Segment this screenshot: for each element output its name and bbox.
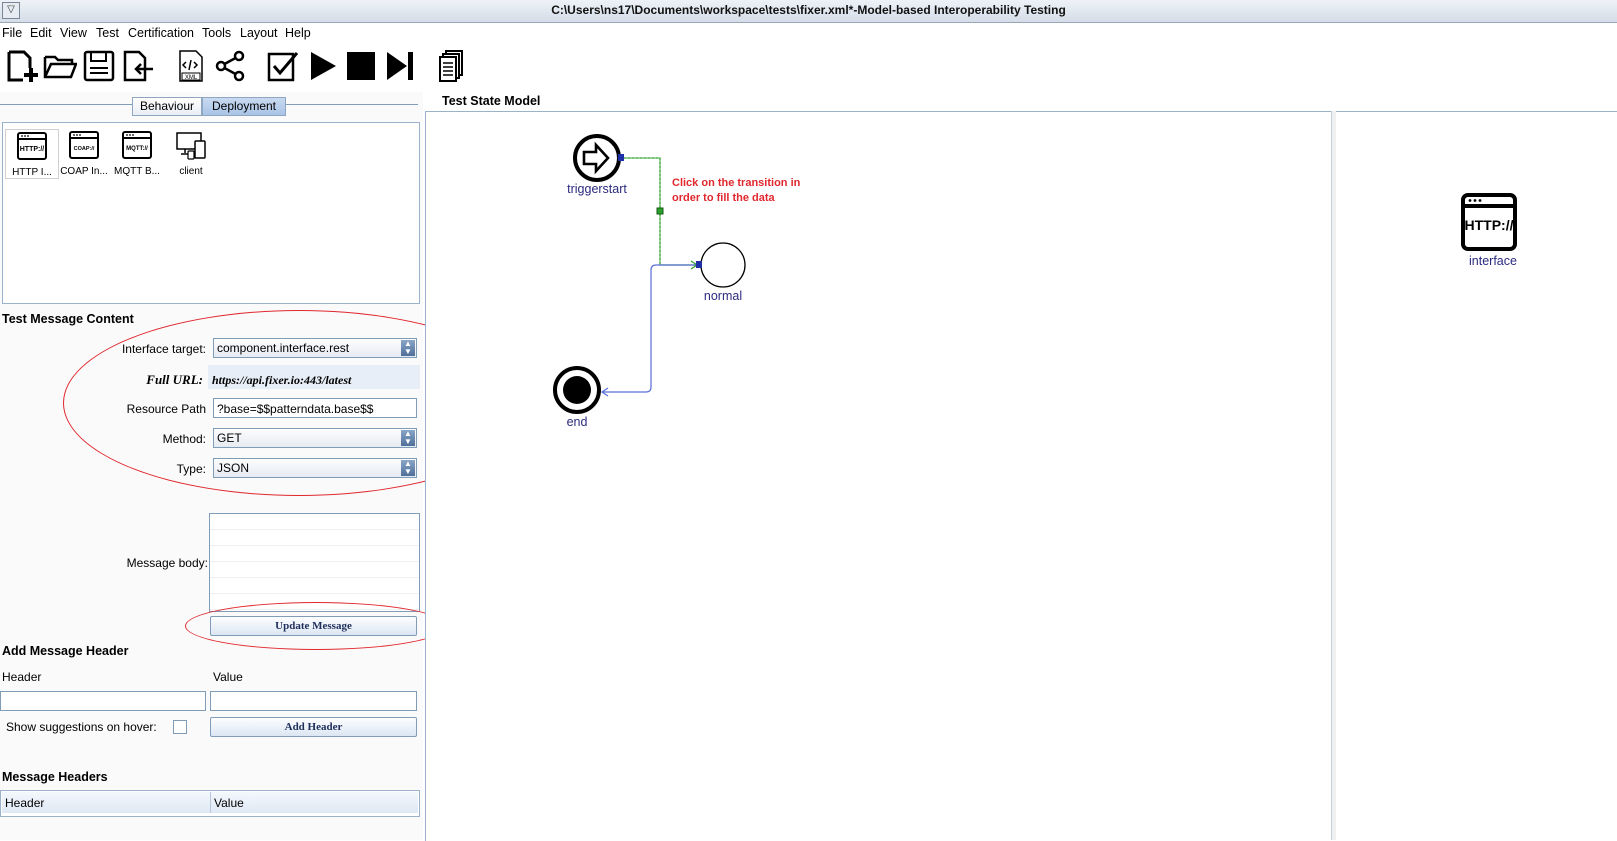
http-interface-icon: HTTP:// (17, 132, 47, 160)
xml-icon-label: XML (185, 75, 198, 81)
tab-deployment[interactable]: Deployment (202, 97, 286, 116)
suggestions-checkbox[interactable] (173, 720, 187, 734)
transition-hint-line: order to fill the data (672, 192, 775, 204)
table-header-value[interactable]: Value (214, 796, 244, 810)
headers-table: Header Value (0, 790, 420, 817)
toolbar: XML (0, 44, 1617, 90)
resource-path-input[interactable]: ?base=$$patterndata.base$$ (213, 398, 417, 418)
interface-component-label: interface (1469, 254, 1517, 268)
header-value-input[interactable] (210, 691, 417, 711)
step-forward-icon[interactable] (382, 48, 418, 84)
message-body-label: Message body: (126, 556, 208, 570)
palette-item-mqtt[interactable]: MQTT:// MQTT B... (111, 129, 163, 177)
chevron-updown-icon: ▲ ▼ (401, 430, 415, 446)
left-panel: Behaviour Deployment HTTP:// HTTP I... C… (0, 92, 535, 840)
http-glyph: HTTP:// (1465, 217, 1514, 233)
interface-target-label: Interface target: (121, 342, 206, 356)
state-model-canvas[interactable]: triggerstart normal end Click on the tra… (425, 111, 1332, 841)
connector-port[interactable] (618, 154, 624, 161)
column-divider (210, 792, 211, 813)
table-header-header[interactable]: Header (5, 796, 44, 810)
palette-label: client (179, 166, 203, 177)
palette-label: HTTP I... (12, 167, 52, 178)
coap-glyph: COAP:// (74, 146, 95, 152)
type-select[interactable]: JSON ▲ ▼ (213, 458, 417, 478)
coap-interface-icon: COAP:// (69, 131, 99, 159)
http-glyph: HTTP:// (20, 146, 45, 153)
header-name-input[interactable] (0, 691, 206, 711)
add-header-button[interactable]: Add Header (210, 717, 417, 737)
play-icon[interactable] (305, 48, 341, 84)
add-header-title: Add Message Header (2, 644, 129, 658)
normal-state-label: normal (703, 289, 743, 303)
mqtt-broker-icon: MQTT:// (122, 131, 152, 159)
title-bar: ▽ C:\Users\ns17\Documents\workspace\test… (0, 0, 1617, 23)
http-interface-icon[interactable]: HTTP:// (1460, 192, 1518, 252)
palette-item-coap[interactable]: COAP:// COAP In... (58, 129, 110, 177)
method-label: Method: (162, 432, 206, 446)
full-url-label: Full URL: (146, 372, 203, 387)
type-label: Type: (176, 462, 206, 476)
test-message-title: Test Message Content (2, 312, 134, 326)
header-column-label: Header (2, 670, 42, 684)
share-icon[interactable] (212, 48, 248, 84)
menu-help[interactable]: Help (285, 26, 311, 40)
chevron-updown-icon: ▲ ▼ (401, 460, 415, 476)
end-state-label: end (566, 415, 588, 429)
end-state-fill (563, 376, 591, 404)
type-value: JSON (217, 461, 250, 475)
canvas-title: Test State Model (442, 94, 541, 108)
menu-tools[interactable]: Tools (202, 26, 231, 40)
menu-view[interactable]: View (60, 26, 87, 40)
menu-certification[interactable]: Certification (128, 26, 194, 40)
tab-behaviour[interactable]: Behaviour (132, 97, 202, 116)
save-icon[interactable] (81, 48, 117, 84)
palette-item-http[interactable]: HTTP:// HTTP I... (5, 129, 59, 179)
menu-edit[interactable]: Edit (30, 26, 52, 40)
mqtt-glyph: MQTT:// (126, 146, 148, 152)
chevron-updown-icon: ▲ ▼ (401, 340, 415, 356)
menu-file[interactable]: File (2, 26, 22, 40)
client-devices-icon (176, 132, 206, 160)
full-url-value: https://api.fixer.io:443/latest (212, 373, 352, 387)
method-value: GET (217, 431, 242, 445)
transition-handle[interactable] (656, 207, 664, 215)
check-icon[interactable] (265, 48, 301, 84)
window-title: C:\Users\ns17\Documents\workspace\tests\… (551, 3, 1066, 17)
interface-target-select[interactable]: component.interface.rest ▲ ▼ (213, 338, 417, 358)
update-message-button[interactable]: Update Message (210, 616, 417, 636)
palette-label: MQTT B... (114, 166, 160, 177)
stop-icon[interactable] (343, 48, 379, 84)
xml-icon[interactable]: XML (173, 48, 209, 84)
export-icon[interactable] (119, 48, 155, 84)
menu-layout[interactable]: Layout (240, 26, 278, 40)
transition-hint-line: Click on the transition in (672, 177, 801, 189)
menu-bar: File Edit View Test Certification Tools … (0, 23, 1617, 43)
palette-label: COAP In... (60, 166, 108, 177)
normal-state-node[interactable] (700, 242, 746, 288)
resource-path-label: Resource Path (126, 402, 206, 416)
message-body-textarea[interactable] (209, 513, 420, 612)
message-headers-title: Message Headers (2, 770, 108, 784)
value-column-label: Value (213, 670, 243, 684)
palette-item-client[interactable]: client (165, 129, 217, 177)
transition-hint: Click on the transition in order to fill… (672, 176, 800, 206)
open-folder-icon[interactable] (42, 48, 78, 84)
component-palette: HTTP:// HTTP I... COAP:// COAP In... MQT… (2, 122, 420, 304)
new-icon[interactable] (4, 48, 40, 84)
state-model-diagram (553, 134, 746, 414)
transition-normal-end[interactable] (602, 264, 697, 393)
copy-icon[interactable] (435, 48, 471, 84)
trigger-start-label: triggerstart (567, 182, 627, 196)
connector-port[interactable] (696, 261, 702, 268)
suggestions-label: Show suggestions on hover: (6, 720, 157, 734)
method-select[interactable]: GET ▲ ▼ (213, 428, 417, 448)
menu-test[interactable]: Test (96, 26, 119, 40)
deployment-panel: HTTP:// interface (1336, 111, 1617, 841)
interface-target-value: component.interface.rest (217, 341, 350, 355)
